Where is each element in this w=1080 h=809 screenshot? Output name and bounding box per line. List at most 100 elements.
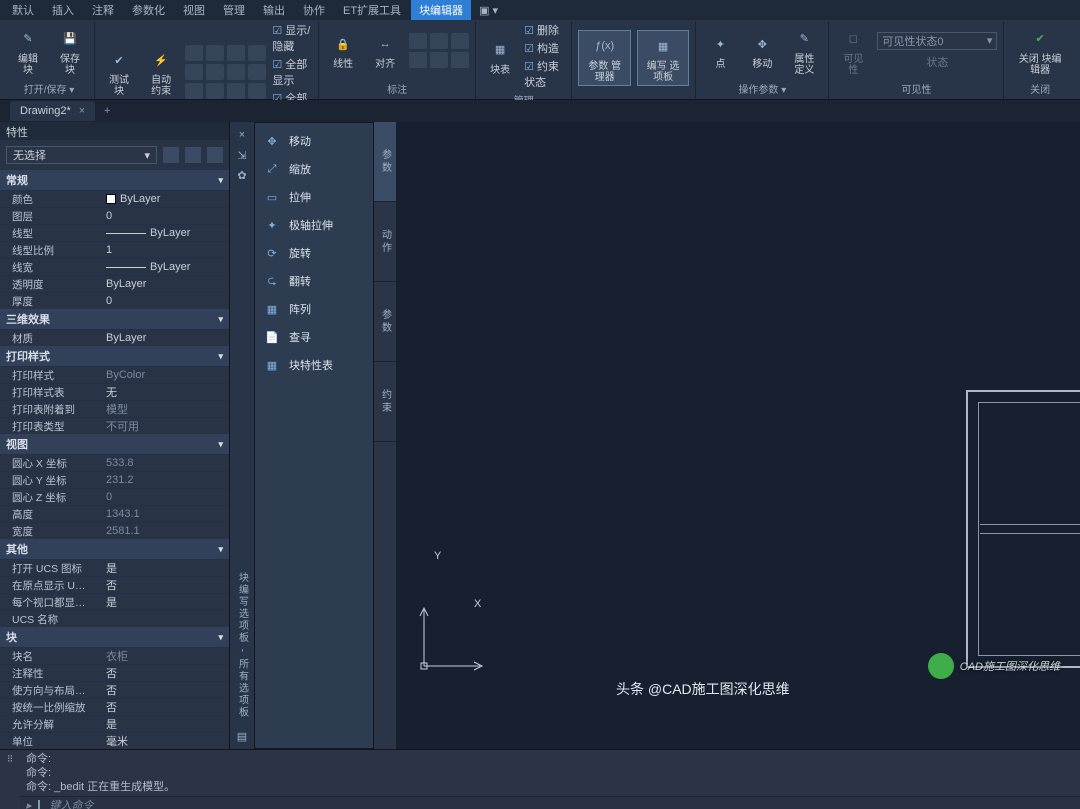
point-button[interactable]: ✦点: [702, 29, 738, 72]
property-row[interactable]: 使方向与布局…否: [0, 681, 229, 698]
menu-item-active[interactable]: 块编辑器: [411, 0, 471, 20]
palette-item-icon: ⤢: [263, 160, 281, 178]
palette-item[interactable]: ▭拉伸: [255, 183, 373, 211]
property-row[interactable]: 线宽ByLayer: [0, 258, 229, 275]
palette-item[interactable]: ⮎翻转: [255, 267, 373, 295]
property-row[interactable]: 打开 UCS 图标是: [0, 559, 229, 576]
pick-add-icon[interactable]: [185, 147, 201, 163]
save-block-button[interactable]: 💾保存 块: [52, 24, 88, 78]
drawing-canvas[interactable]: Y X CAD施工图深化思维 头条 @CAD施工图深化思维: [396, 122, 1080, 749]
palette-item[interactable]: ⟳旋转: [255, 239, 373, 267]
block-table-button[interactable]: ▦块表: [482, 35, 518, 78]
close-icon[interactable]: ×: [235, 128, 249, 142]
palette-item[interactable]: ✦极轴拉伸: [255, 211, 373, 239]
property-category[interactable]: 视图▾: [0, 434, 229, 454]
geometry-icons[interactable]: [185, 45, 266, 99]
property-row[interactable]: 注释性否: [0, 664, 229, 681]
palette-tab[interactable]: 参数: [374, 122, 396, 202]
property-row[interactable]: 打印样式表无: [0, 383, 229, 400]
palette-item-icon: ✥: [263, 132, 281, 150]
menu-item[interactable]: 参数化: [124, 0, 173, 20]
palette-item[interactable]: ▦阵列: [255, 295, 373, 323]
property-row[interactable]: 线型比例1: [0, 241, 229, 258]
ribbon-group-annotate: 🔒线性 ↔对齐 标注: [319, 22, 476, 99]
property-row[interactable]: 线型ByLayer: [0, 224, 229, 241]
palette-item[interactable]: ✥移动: [255, 127, 373, 155]
property-row[interactable]: 允许分解是: [0, 715, 229, 732]
property-row[interactable]: 圆心 Z 坐标0: [0, 488, 229, 505]
property-row[interactable]: 图层0: [0, 207, 229, 224]
authoring-palettes-button[interactable]: ▦编写 选项板: [637, 30, 689, 86]
property-row[interactable]: 透明度ByLayer: [0, 275, 229, 292]
menu-item[interactable]: 插入: [44, 0, 82, 20]
palette-tab[interactable]: 参数: [374, 282, 396, 362]
chevron-down-icon: ▾: [218, 351, 223, 362]
property-row[interactable]: 厚度0: [0, 292, 229, 309]
palette-tab[interactable]: 约束: [374, 362, 396, 442]
gear-icon[interactable]: ✿: [235, 168, 249, 182]
manage-checklist[interactable]: 删除 构造 约束状态: [524, 22, 565, 90]
edit-block-button[interactable]: ✎编辑 块: [10, 24, 46, 78]
property-row[interactable]: 按统一比例缩放否: [0, 698, 229, 715]
linear-button[interactable]: 🔒线性: [325, 29, 361, 72]
close-tab-icon[interactable]: ×: [79, 105, 85, 117]
add-tab-button[interactable]: +: [97, 101, 117, 121]
property-row[interactable]: 每个视口都显…是: [0, 593, 229, 610]
property-row[interactable]: 块名衣柜: [0, 647, 229, 664]
quick-select-icon[interactable]: [163, 147, 179, 163]
command-grip-icon[interactable]: ⠿: [0, 750, 20, 809]
parameters-manager-button[interactable]: ƒ(x)参数 管理器: [578, 30, 630, 86]
palette-menu-icon[interactable]: ▤: [235, 729, 249, 743]
close-block-editor-button[interactable]: ✔关闭 块编辑器: [1010, 24, 1070, 78]
menu-item[interactable]: 默认: [4, 0, 42, 20]
menu-overflow-icon[interactable]: ▣ ▾: [479, 4, 498, 17]
property-row[interactable]: 颜色ByLayer: [0, 190, 229, 207]
property-category[interactable]: 常规▾: [0, 170, 229, 190]
test-block-button[interactable]: ✔测试 块: [101, 45, 137, 99]
palette-item[interactable]: ⤢缩放: [255, 155, 373, 183]
command-input[interactable]: ▸ 键入命令: [20, 796, 1080, 809]
property-row[interactable]: 打印表类型不可用: [0, 417, 229, 434]
property-category[interactable]: 三维效果▾: [0, 309, 229, 329]
palette-tab[interactable]: 动作: [374, 202, 396, 282]
property-row[interactable]: 材质ByLayer: [0, 329, 229, 346]
property-row[interactable]: 在原点显示 U…否: [0, 576, 229, 593]
menu-item[interactable]: 管理: [215, 0, 253, 20]
menu-item[interactable]: 注释: [84, 0, 122, 20]
selection-combo[interactable]: 无选择▾: [6, 146, 157, 164]
menu-item[interactable]: 视图: [175, 0, 213, 20]
property-row[interactable]: 圆心 X 坐标533.8: [0, 454, 229, 471]
move-button[interactable]: ✥移动: [744, 29, 780, 72]
property-row[interactable]: 高度1343.1: [0, 505, 229, 522]
property-row[interactable]: 单位毫米: [0, 732, 229, 749]
palette-item[interactable]: 📄查寻: [255, 323, 373, 351]
property-category[interactable]: 其他▾: [0, 539, 229, 559]
attribute-def-button[interactable]: ✎属性 定义: [786, 24, 822, 78]
auto-constrain-button[interactable]: ⚡自动 约束: [143, 45, 179, 99]
select-objects-icon[interactable]: [207, 147, 223, 163]
property-category[interactable]: 块▾: [0, 627, 229, 647]
palette-item[interactable]: ▦块特性表: [255, 351, 373, 379]
menu-bar: 默认 插入 注释 参数化 视图 管理 输出 协作 ET扩展工具 块编辑器 ▣ ▾: [0, 0, 1080, 20]
palette-item-icon: ▦: [263, 356, 281, 374]
menu-item[interactable]: ET扩展工具: [335, 0, 409, 20]
property-row[interactable]: 宽度2581.1: [0, 522, 229, 539]
color-swatch: [106, 194, 116, 204]
menu-item[interactable]: 协作: [295, 0, 333, 20]
property-row[interactable]: UCS 名称: [0, 610, 229, 627]
palette-strip: × ⇲ ✿ 块编写选项板 - 所有选项板 ▤: [230, 122, 254, 749]
property-row[interactable]: 打印样式ByColor: [0, 366, 229, 383]
property-row[interactable]: 打印表附着到模型: [0, 400, 229, 417]
annotate-icons[interactable]: [409, 33, 469, 68]
document-tab-label: Drawing2*: [20, 105, 71, 117]
align-button[interactable]: ↔对齐: [367, 29, 403, 72]
property-row[interactable]: 圆心 Y 坐标231.2: [0, 471, 229, 488]
property-category[interactable]: 打印样式▾: [0, 346, 229, 366]
document-tab[interactable]: Drawing2* ×: [10, 101, 95, 121]
ribbon-group-visibility: ◻可见 性 可见性状态0▾ 状态 可见性: [829, 22, 1004, 99]
menu-item[interactable]: 输出: [255, 0, 293, 20]
palette-item-icon: ⮎: [263, 272, 281, 290]
chevron-down-icon: ▾: [987, 34, 993, 47]
pin-icon[interactable]: ⇲: [235, 148, 249, 162]
visibility-state-combo[interactable]: 可见性状态0▾: [877, 32, 997, 50]
